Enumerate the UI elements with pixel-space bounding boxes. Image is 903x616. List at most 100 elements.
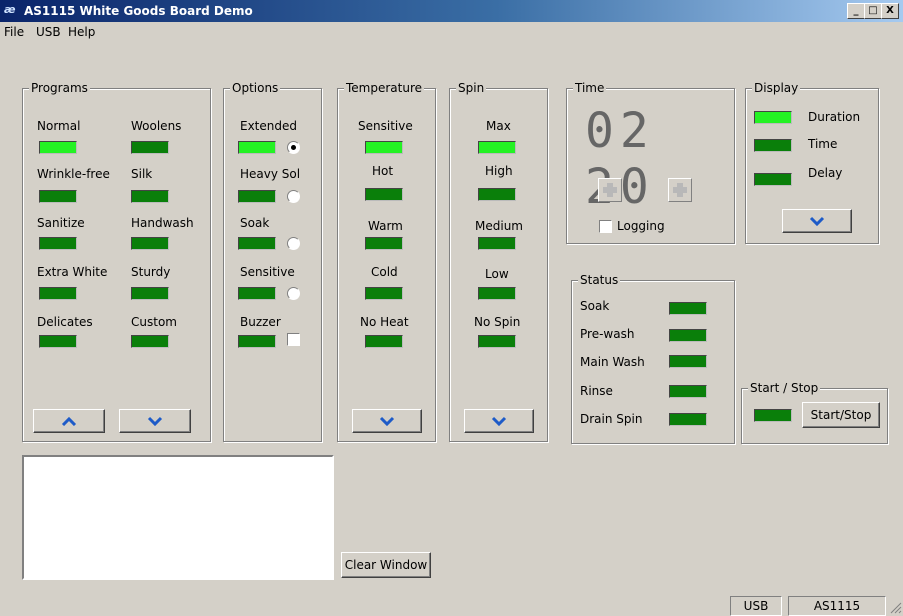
program-handwash-led[interactable] <box>131 237 169 250</box>
chevron-down-icon <box>491 416 507 426</box>
clear-window-button[interactable]: Clear Window <box>341 552 431 578</box>
option-extended-led[interactable] <box>238 141 276 154</box>
spin-down-button[interactable] <box>464 409 534 433</box>
chevron-down-icon <box>147 416 163 426</box>
program-custom-led[interactable] <box>131 335 169 348</box>
spin-medium-label: Medium <box>475 219 523 233</box>
option-heavy-sol-led[interactable] <box>238 190 276 203</box>
status-pre-wash-label: Pre-wash <box>580 327 635 341</box>
menu-bar: File USB Help <box>0 22 903 42</box>
temp-hot-led[interactable] <box>365 188 403 201</box>
logging-checkbox[interactable] <box>599 220 612 233</box>
program-silk-led[interactable] <box>131 190 169 203</box>
program-normal-label: Normal <box>37 119 81 133</box>
option-buzzer-led[interactable] <box>238 335 276 348</box>
log-window[interactable] <box>22 455 334 580</box>
maximize-button[interactable]: □ <box>864 3 882 19</box>
status-main-wash-led <box>669 355 707 368</box>
programs-down-button[interactable] <box>119 409 191 433</box>
program-handwash-label: Handwash <box>131 216 194 230</box>
option-buzzer-label: Buzzer <box>240 315 281 329</box>
resize-grip-icon[interactable] <box>888 600 902 614</box>
spin-low-label: Low <box>485 267 509 281</box>
start-stop-led <box>754 409 792 422</box>
option-sensitive-label: Sensitive <box>240 265 295 279</box>
programs-up-button[interactable] <box>33 409 105 433</box>
spin-high-led[interactable] <box>478 188 516 201</box>
option-soak-led[interactable] <box>238 237 276 250</box>
program-woolens-led[interactable] <box>131 141 169 154</box>
temp-sensitive-label: Sensitive <box>358 119 413 133</box>
temperature-group: Temperature Sensitive Hot Warm Cold No H… <box>337 81 436 442</box>
menu-file[interactable]: File <box>4 25 24 39</box>
program-delicates-led[interactable] <box>39 335 77 348</box>
option-heavy-sol-radio[interactable] <box>287 190 300 203</box>
option-buzzer-checkbox[interactable] <box>287 333 300 346</box>
options-title: Options <box>230 81 281 95</box>
option-soak-label: Soak <box>240 216 270 230</box>
status-rinse-label: Rinse <box>580 384 613 398</box>
temp-sensitive-led[interactable] <box>365 141 403 154</box>
program-sturdy-led[interactable] <box>131 287 169 300</box>
display-delay-label: Delay <box>808 166 843 180</box>
spin-group: Spin Max High Medium Low No Spin <box>449 81 548 442</box>
temperature-down-button[interactable] <box>352 409 422 433</box>
program-sanitize-led[interactable] <box>39 237 77 250</box>
spin-medium-led[interactable] <box>478 237 516 250</box>
status-group: Status Soak Pre-wash Main Wash Rinse Dra… <box>571 273 735 444</box>
temp-cold-led[interactable] <box>365 287 403 300</box>
app-icon: æ <box>4 3 16 16</box>
option-heavy-sol-label: Heavy Sol <box>240 167 301 181</box>
temp-no-heat-led[interactable] <box>365 335 403 348</box>
statusbar-usb: USB <box>730 596 782 616</box>
display-down-button[interactable] <box>782 209 852 233</box>
spin-max-label: Max <box>486 119 511 133</box>
status-main-wash-label: Main Wash <box>580 355 645 369</box>
display-duration-label: Duration <box>808 110 861 124</box>
program-normal-led[interactable] <box>39 141 77 154</box>
program-sturdy-label: Sturdy <box>131 265 171 279</box>
option-extended-radio[interactable] <box>287 141 300 154</box>
option-soak-radio[interactable] <box>287 237 300 250</box>
temp-warm-led[interactable] <box>365 237 403 250</box>
time-plus-right-button[interactable] <box>668 178 692 202</box>
program-sanitize-label: Sanitize <box>37 216 85 230</box>
spin-title: Spin <box>456 81 487 95</box>
programs-group: Programs Normal Woolens Wrinkle-free Sil… <box>22 81 211 442</box>
start-stop-title: Start / Stop <box>748 381 821 395</box>
plus-icon <box>673 183 687 197</box>
display-duration-led[interactable] <box>754 111 792 124</box>
minimize-button[interactable]: _ <box>847 3 865 19</box>
menu-usb[interactable]: USB <box>36 25 61 39</box>
display-time-led[interactable] <box>754 139 792 152</box>
program-custom-label: Custom <box>131 315 177 329</box>
status-soak-label: Soak <box>580 299 610 313</box>
option-extended-label: Extended <box>240 119 297 133</box>
program-wrinkle-free-led[interactable] <box>39 190 77 203</box>
close-button[interactable]: X <box>881 3 899 19</box>
program-extra-white-led[interactable] <box>39 287 77 300</box>
display-group: Display Duration Time Delay <box>745 81 879 244</box>
spin-no-spin-led[interactable] <box>478 335 516 348</box>
status-rinse-led <box>669 385 707 398</box>
program-delicates-label: Delicates <box>37 315 93 329</box>
spin-low-led[interactable] <box>478 287 516 300</box>
chevron-up-icon <box>61 416 77 426</box>
option-sensitive-radio[interactable] <box>287 287 300 300</box>
programs-title: Programs <box>29 81 90 95</box>
menu-help[interactable]: Help <box>68 25 95 39</box>
option-sensitive-led[interactable] <box>238 287 276 300</box>
spin-high-label: High <box>485 164 513 178</box>
window-title: AS1115 White Goods Board Demo <box>24 4 253 18</box>
spin-no-spin-label: No Spin <box>474 315 521 329</box>
status-pre-wash-led <box>669 329 707 342</box>
time-plus-left-button[interactable] <box>598 178 622 202</box>
temp-no-heat-label: No Heat <box>360 315 409 329</box>
options-group: Options Extended Heavy Sol Soak Sensitiv… <box>223 81 322 442</box>
start-stop-button[interactable]: Start/Stop <box>802 402 880 428</box>
program-extra-white-label: Extra White <box>37 265 108 279</box>
temperature-title: Temperature <box>344 81 425 95</box>
spin-max-led[interactable] <box>478 141 516 154</box>
program-wrinkle-free-label: Wrinkle-free <box>37 167 110 181</box>
display-delay-led[interactable] <box>754 173 792 186</box>
